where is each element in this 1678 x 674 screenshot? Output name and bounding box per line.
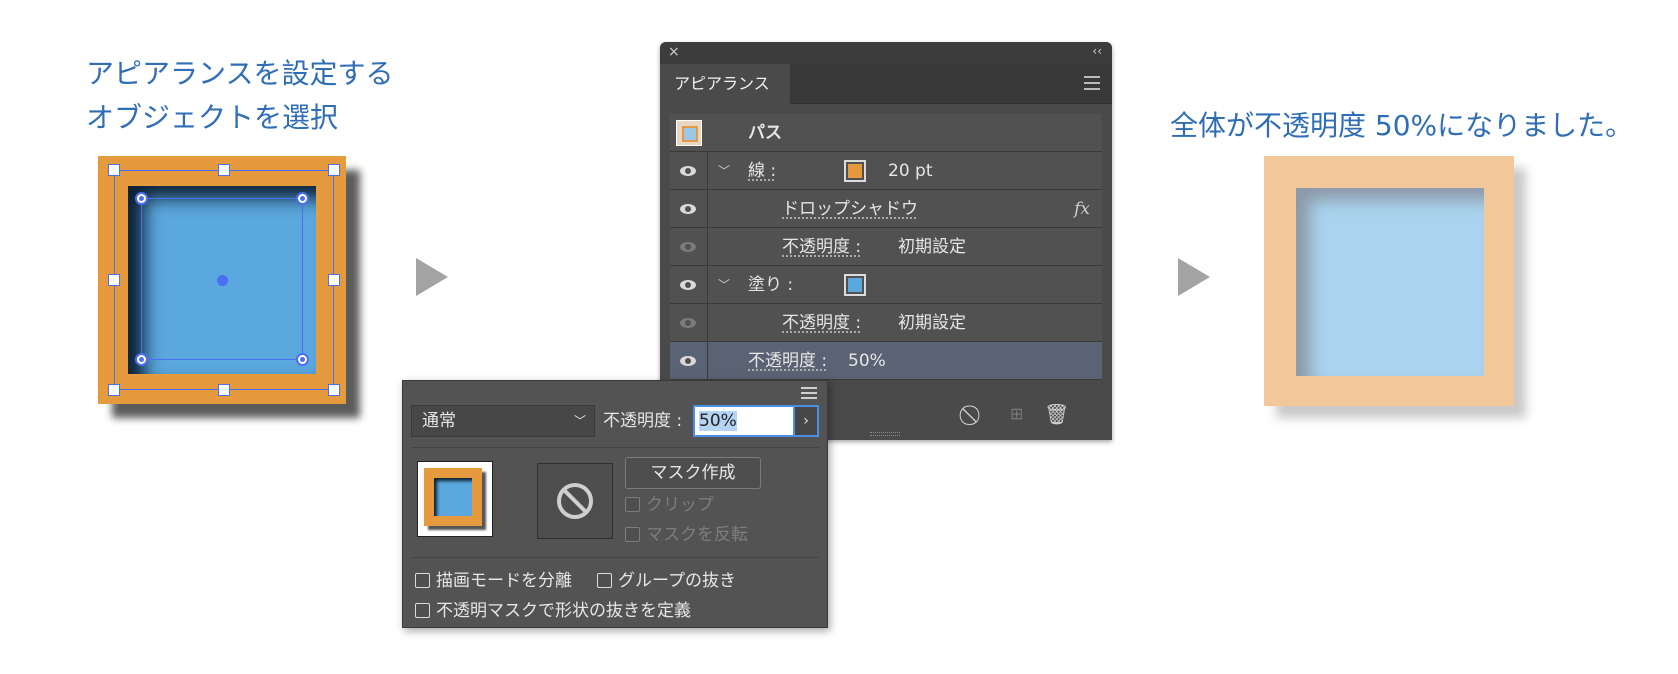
visibility-eye-icon[interactable] [680, 356, 696, 366]
fill-opacity-value: 初期設定 [898, 313, 966, 333]
anchor-point-bottom-left[interactable] [135, 353, 148, 366]
resize-handle-right[interactable] [328, 274, 340, 286]
panel-tabbar: アピアランス [660, 64, 1112, 104]
popup-menu-icon[interactable] [801, 387, 817, 402]
object-thumbnail [676, 120, 702, 146]
appearance-rows: パス ﹀ 線 : 20 pt ドロップシャドウ fx 不透明度 : 初期設定 ﹀… [670, 114, 1102, 380]
fill-label[interactable]: 塗り : [748, 266, 793, 304]
object-opacity-label[interactable]: 不透明度 : [748, 342, 827, 380]
object-opacity-value: 50% [848, 351, 886, 371]
center-point [217, 275, 228, 286]
stroke-weight-value[interactable]: 20 pt [888, 152, 933, 190]
resize-handle-top[interactable] [218, 164, 230, 176]
panel-titlebar: × ‹‹ [660, 42, 1112, 64]
left-caption-line2: オブジェクトを選択 [86, 101, 339, 134]
resize-handle-left[interactable] [108, 274, 120, 286]
object-type-label: パス [748, 123, 782, 143]
fill-color-swatch[interactable] [844, 274, 866, 296]
stroke-opacity-value: 初期設定 [898, 237, 966, 257]
chevron-down-icon[interactable]: ﹀ [718, 266, 730, 304]
visibility-eye-icon[interactable] [680, 318, 696, 328]
blend-mode-select[interactable]: 通常 ﹀ [411, 405, 595, 437]
stroke-opacity-row[interactable]: 不透明度 : 初期設定 [670, 228, 1102, 266]
clip-label: クリップ [646, 495, 714, 515]
mask-preview-thumbnail[interactable] [537, 463, 613, 539]
resize-grip[interactable] [870, 432, 900, 436]
panel-menu-icon[interactable] [1084, 76, 1100, 94]
trash-icon[interactable]: 🗑 [1044, 402, 1069, 426]
stroke-color-swatch[interactable] [844, 160, 866, 182]
opacity-mask-knockout-label: 不透明マスクで形状の抜きを定義 [436, 601, 691, 621]
resize-handle-bottom[interactable] [218, 384, 230, 396]
fill-row[interactable]: ﹀ 塗り : [670, 266, 1102, 304]
add-new-item-icon[interactable]: ⊞ [1010, 404, 1023, 423]
divider [411, 447, 819, 448]
invert-mask-label: マスクを反転 [646, 525, 748, 545]
resize-handle-bottom-left[interactable] [108, 384, 120, 396]
anchor-point-top-left[interactable] [135, 192, 148, 205]
opacity-label: 不透明度 : [603, 411, 683, 431]
knockout-group-checkbox[interactable]: グループの抜き [597, 569, 736, 593]
object-preview-thumbnail[interactable] [417, 461, 493, 537]
blend-mode-value: 通常 [422, 411, 456, 431]
fx-icon[interactable]: fx [1074, 190, 1090, 228]
transparency-popup: 通常 ﹀ 不透明度 : 50% › マスク作成 クリップ マスクを反転 描画モー… [402, 380, 828, 628]
invert-mask-checkbox[interactable]: マスクを反転 [625, 523, 748, 547]
object-type-row[interactable]: パス [670, 114, 1102, 152]
opacity-input[interactable]: 50% [693, 405, 793, 437]
right-caption: 全体が不透明度 50%になりました。 [1170, 109, 1634, 142]
stroke-label[interactable]: 線 : [748, 152, 776, 190]
result-fill [1296, 188, 1484, 376]
no-mask-icon [557, 483, 593, 519]
visibility-eye-icon[interactable] [680, 166, 696, 176]
drop-shadow-label[interactable]: ドロップシャドウ [782, 190, 918, 228]
arrow-right-icon [416, 258, 448, 296]
opacity-input-value: 50% [699, 411, 737, 431]
visibility-eye-icon[interactable] [680, 242, 696, 252]
chevron-down-icon: ﹀ [573, 414, 586, 428]
resize-handle-top-left[interactable] [108, 164, 120, 176]
opacity-stepper-button[interactable]: › [793, 405, 819, 437]
left-caption: アピアランスを設定する オブジェクトを選択 [86, 52, 393, 140]
divider [411, 557, 819, 558]
left-caption-line1: アピアランスを設定する [86, 57, 394, 90]
isolate-blending-checkbox[interactable]: 描画モードを分離 [415, 569, 572, 593]
visibility-eye-icon[interactable] [680, 204, 696, 214]
isolate-blending-label: 描画モードを分離 [436, 571, 572, 591]
stroke-opacity-label[interactable]: 不透明度 : [782, 228, 861, 266]
resize-handle-bottom-right[interactable] [328, 384, 340, 396]
close-icon[interactable]: × [668, 44, 680, 60]
result-object [1264, 156, 1526, 418]
opacity-mask-knockout-checkbox[interactable]: 不透明マスクで形状の抜きを定義 [415, 599, 691, 623]
make-mask-button[interactable]: マスク作成 [625, 457, 761, 489]
collapse-icon[interactable]: ‹‹ [1092, 44, 1102, 58]
stroke-row[interactable]: ﹀ 線 : 20 pt [670, 152, 1102, 190]
arrow-right-icon [1178, 258, 1210, 296]
tab-appearance[interactable]: アピアランス [660, 64, 790, 104]
visibility-eye-icon[interactable] [680, 280, 696, 290]
drop-shadow-row[interactable]: ドロップシャドウ fx [670, 190, 1102, 228]
resize-handle-top-right[interactable] [328, 164, 340, 176]
anchor-point-top-right[interactable] [296, 192, 309, 205]
anchor-point-bottom-right[interactable] [296, 353, 309, 366]
fill-opacity-row[interactable]: 不透明度 : 初期設定 [670, 304, 1102, 342]
knockout-group-label: グループの抜き [618, 571, 736, 591]
fill-opacity-label[interactable]: 不透明度 : [782, 304, 861, 342]
object-opacity-row[interactable]: 不透明度 : 50% [670, 342, 1102, 380]
chevron-down-icon[interactable]: ﹀ [718, 152, 730, 190]
clip-checkbox[interactable]: クリップ [625, 493, 714, 517]
